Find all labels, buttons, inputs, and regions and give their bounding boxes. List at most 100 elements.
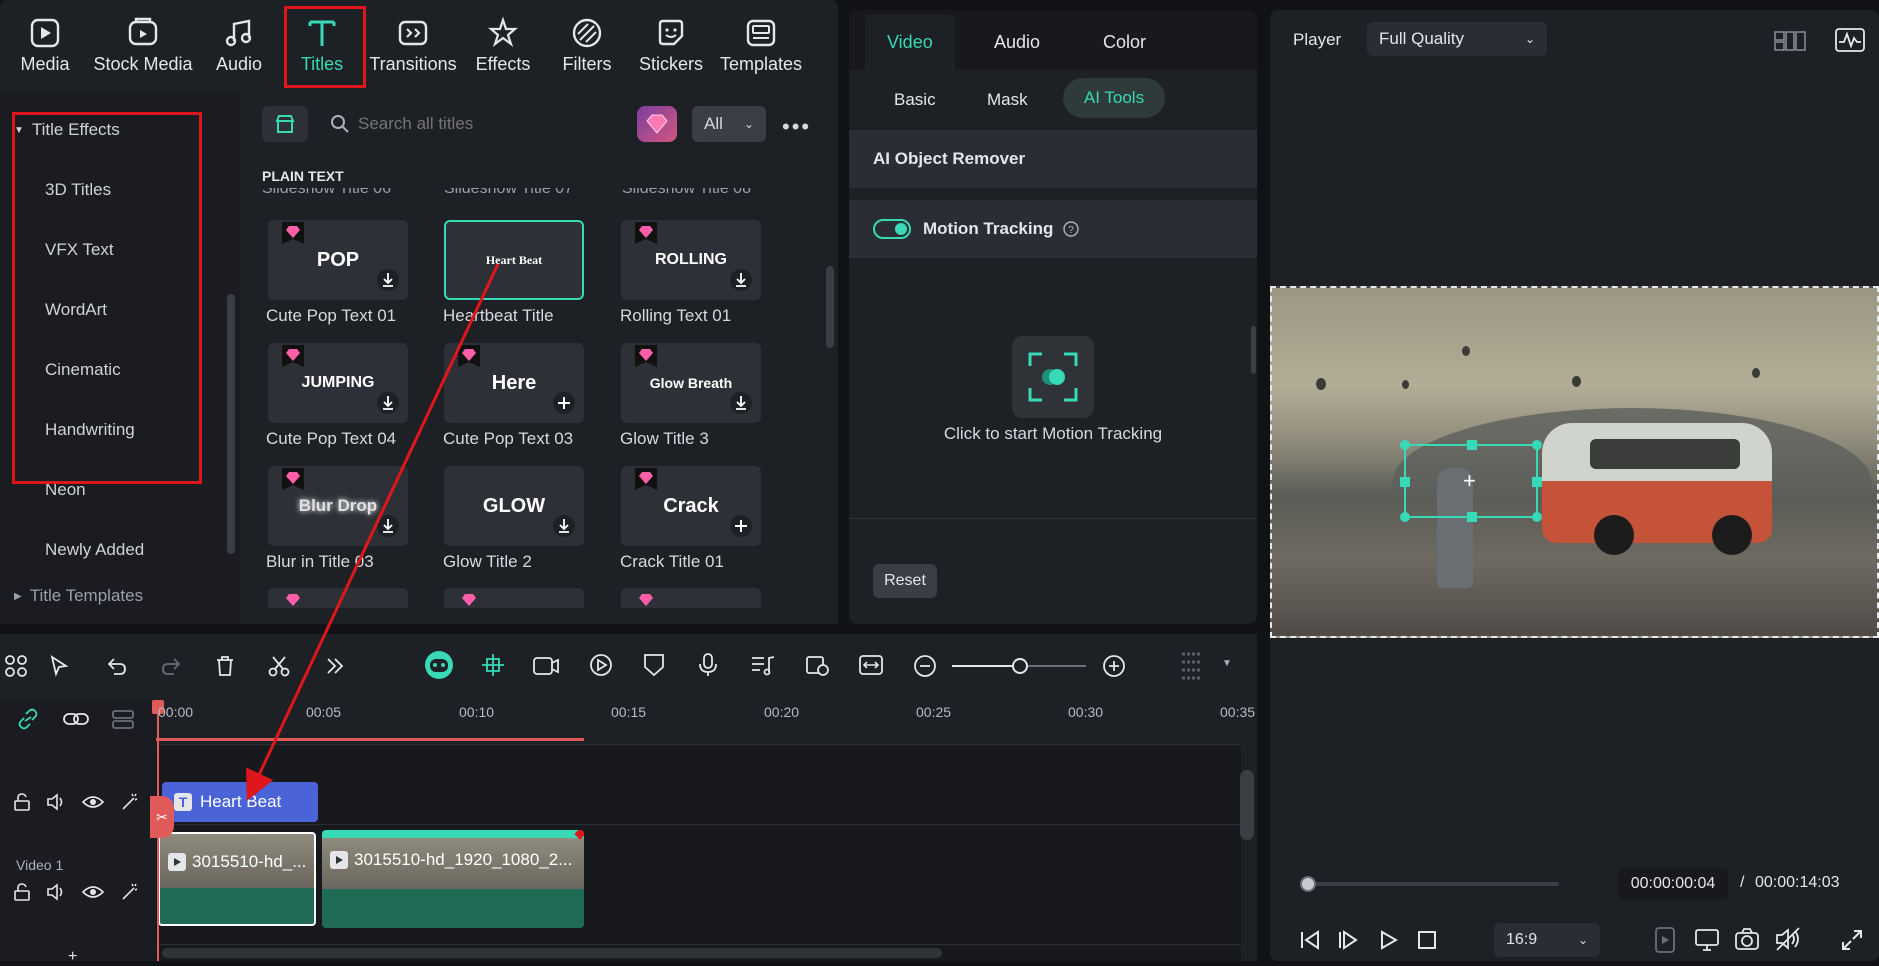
video-clip-1[interactable]: 3015510-hd_... <box>158 832 316 926</box>
tab-audio[interactable]: Audio <box>210 16 268 86</box>
sidebar-item-newly-added[interactable]: Newly Added <box>45 540 144 560</box>
timeline-vscroll[interactable] <box>1240 770 1254 840</box>
delete-trash-icon[interactable] <box>213 654 237 678</box>
motion-tracking-toggle[interactable] <box>873 219 911 239</box>
magic-wand-icon[interactable] <box>120 792 140 812</box>
video-preview[interactable]: + <box>1270 286 1879 638</box>
lock-open-icon[interactable] <box>12 792 32 812</box>
props-tab-color[interactable]: Color <box>1103 32 1146 53</box>
tab-templates[interactable]: Templates <box>718 16 804 86</box>
split-scissors-icon[interactable]: ✂ <box>150 796 174 838</box>
tab-transitions[interactable]: Transitions <box>369 16 457 86</box>
auto-highlight-icon[interactable] <box>588 652 614 678</box>
quality-dropdown[interactable]: Full Quality ⌄ <box>1367 22 1547 56</box>
select-pointer-icon[interactable] <box>48 654 72 678</box>
fit-timeline-icon[interactable] <box>858 652 884 678</box>
play-icon[interactable] <box>1376 928 1400 952</box>
magic-wand-icon[interactable] <box>120 882 140 902</box>
scrubber-knob[interactable] <box>1300 876 1316 892</box>
zoom-slider-knob[interactable] <box>1012 658 1028 674</box>
timeline-hscroll[interactable] <box>162 948 942 958</box>
voiceover-mic-icon[interactable] <box>696 652 720 678</box>
title-thumb-glow-3[interactable]: Glow Breath <box>621 343 761 423</box>
audio-mute-icon[interactable] <box>1774 926 1802 952</box>
stop-icon[interactable] <box>1415 928 1439 952</box>
props-subtab-ai-tools[interactable]: AI Tools <box>1063 78 1165 118</box>
playback-scrubber[interactable] <box>1300 876 1559 892</box>
props-scrollbar[interactable] <box>1251 326 1256 374</box>
tab-stickers[interactable]: Stickers <box>636 16 706 86</box>
sidebar-scrollbar[interactable] <box>227 294 235 554</box>
title-thumb-heartbeat[interactable]: Heart Beat <box>444 220 584 300</box>
download-icon[interactable] <box>376 514 400 538</box>
speaker-icon[interactable] <box>46 882 68 902</box>
download-icon[interactable] <box>729 268 753 292</box>
lock-open-icon[interactable] <box>12 882 32 902</box>
ai-smart-cut-icon[interactable] <box>480 652 506 678</box>
link-icon[interactable] <box>16 708 40 730</box>
audio-list-icon[interactable] <box>750 652 776 678</box>
snapshot-camera-icon[interactable] <box>1734 926 1760 952</box>
track-layout-icon[interactable] <box>1180 650 1204 682</box>
previous-frame-icon[interactable] <box>1298 928 1322 952</box>
help-icon[interactable]: ? <box>1063 221 1079 237</box>
motion-tracking-box[interactable]: + <box>1400 440 1542 522</box>
title-thumb-glow-2[interactable]: GLOW <box>444 466 584 546</box>
fullscreen-icon[interactable] <box>1840 928 1864 952</box>
waveform-monitor-icon[interactable] <box>1835 28 1865 52</box>
title-thumb-cute-pop-01[interactable]: POP <box>268 220 408 300</box>
video-clip-2[interactable]: 3015510-hd_1920_1080_2... <box>322 830 584 928</box>
next-frame-icon[interactable] <box>1336 928 1360 952</box>
filter-all-dropdown[interactable]: All ⌄ <box>692 106 766 142</box>
current-time[interactable]: 00:00:00:04 <box>1618 868 1728 900</box>
title-thumb-rolling-01[interactable]: ROLLING <box>621 220 761 300</box>
zoom-slider[interactable] <box>952 658 1086 674</box>
title-thumb-partial-1[interactable] <box>268 588 408 608</box>
eye-icon[interactable] <box>82 792 104 812</box>
reset-button[interactable]: Reset <box>873 564 937 598</box>
more-options-icon[interactable]: ••• <box>782 114 811 140</box>
category-title-templates[interactable]: ▶ Title Templates <box>14 586 143 606</box>
eye-icon[interactable] <box>82 882 104 902</box>
caret-down-icon[interactable]: ▼ <box>1222 658 1232 669</box>
motion-tracking-start-button[interactable] <box>1012 336 1094 418</box>
search-titles-input[interactable] <box>358 108 638 140</box>
premium-button[interactable] <box>637 106 677 142</box>
title-thumb-partial-3[interactable] <box>621 588 761 608</box>
title-thumb-blur-in-03[interactable]: Blur Drop <box>268 466 408 546</box>
download-icon[interactable] <box>552 514 576 538</box>
speaker-icon[interactable] <box>46 792 68 812</box>
record-camera-icon[interactable] <box>532 652 560 678</box>
render-preview-icon[interactable] <box>1654 926 1676 954</box>
work-area-range[interactable] <box>156 738 584 741</box>
layout-grid-icon[interactable] <box>1774 30 1806 52</box>
props-tab-audio[interactable]: Audio <box>994 32 1040 53</box>
display-settings-icon[interactable] <box>1694 928 1722 952</box>
tab-effects[interactable]: Effects <box>470 16 536 86</box>
ai-copilot-icon[interactable] <box>424 650 454 680</box>
preview-quality-icon[interactable] <box>804 652 830 678</box>
scissors-split-icon[interactable] <box>267 654 291 678</box>
more-tools-chevron-icon[interactable] <box>323 654 347 678</box>
download-icon[interactable] <box>376 268 400 292</box>
tab-media[interactable]: Media <box>14 16 76 86</box>
title-thumb-crack-01[interactable]: Crack <box>621 466 761 546</box>
title-thumb-partial-2[interactable] <box>444 588 584 608</box>
add-track-icon[interactable]: + <box>68 948 77 966</box>
apps-grid-icon[interactable] <box>4 654 28 678</box>
chain-link-icon[interactable] <box>62 708 90 730</box>
add-icon[interactable] <box>552 391 576 415</box>
props-tab-video[interactable]: Video <box>887 32 933 53</box>
title-thumb-cute-pop-04[interactable]: JUMPING <box>268 343 408 423</box>
aspect-ratio-dropdown[interactable]: 16:9 ⌄ <box>1494 923 1600 957</box>
ai-object-remover-row[interactable]: AI Object Remover <box>849 130 1257 188</box>
props-subtab-basic[interactable]: Basic <box>894 90 936 110</box>
track-manager-icon[interactable] <box>110 708 136 730</box>
tab-filters[interactable]: Filters <box>556 16 618 86</box>
grid-scrollbar[interactable] <box>826 266 834 348</box>
title-clip-heart-beat[interactable]: T Heart Beat <box>162 782 318 822</box>
redo-icon[interactable] <box>159 654 183 678</box>
marker-shield-icon[interactable] <box>642 652 666 678</box>
undo-icon[interactable] <box>105 654 129 678</box>
props-subtab-mask[interactable]: Mask <box>987 90 1028 110</box>
